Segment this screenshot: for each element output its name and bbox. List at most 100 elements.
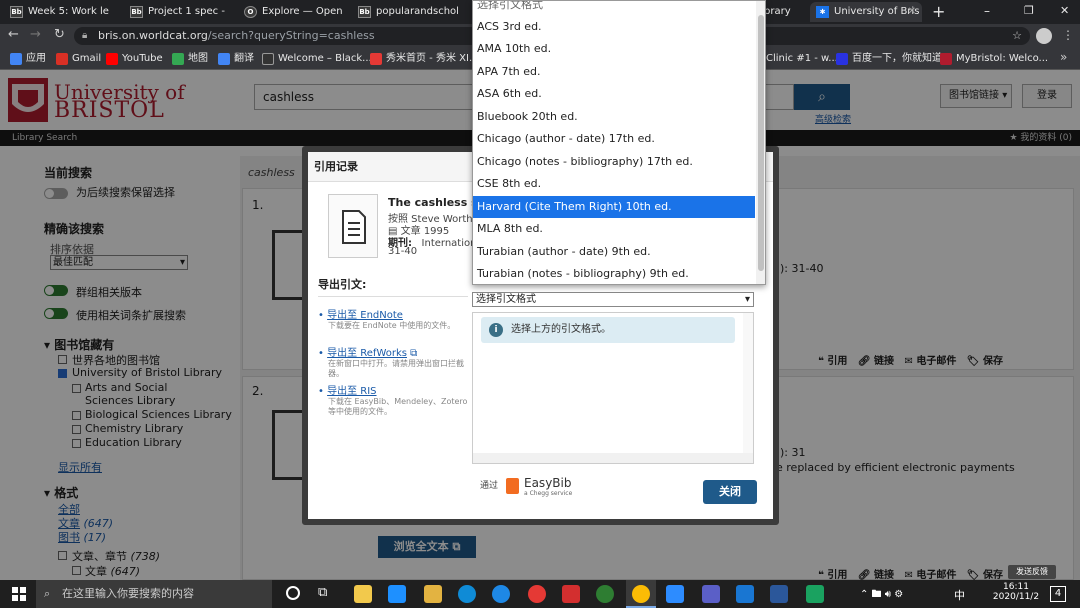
dropdown-option[interactable]: MLA 8th ed. <box>473 218 755 240</box>
divider <box>318 296 468 297</box>
bullet: • <box>318 348 324 359</box>
browser-tab[interactable]: Bb Week 5: Work le <box>4 2 122 22</box>
dropdown-option[interactable]: ASA 6th ed. <box>473 83 755 105</box>
export-ris[interactable]: • 导出至 RIS 下载在 EasyBib、Mendeley、Zotero 等中… <box>318 382 468 417</box>
dropdown-option[interactable]: APA 7th ed. <box>473 61 755 83</box>
minimize-icon[interactable]: – <box>984 4 990 18</box>
app-icon[interactable] <box>562 585 580 603</box>
dropdown-option[interactable]: Chicago (author - date) 17th ed. <box>473 128 755 150</box>
external-link-icon: ⧉ <box>410 348 418 359</box>
bookmark-mybristol[interactable]: MyBristol: Welco... <box>940 51 1048 67</box>
file-explorer-icon[interactable] <box>354 585 372 603</box>
back-icon[interactable]: ← <box>8 27 19 42</box>
task-view-icon[interactable]: ⧉ <box>318 585 327 600</box>
dropdown-option[interactable]: Turabian (author - date) 9th ed. <box>473 241 755 263</box>
word-icon[interactable] <box>770 585 788 603</box>
clock[interactable]: 16:11 2020/11/2 <box>990 582 1042 602</box>
easybib-tagline: a Chegg service <box>524 490 573 497</box>
close-button[interactable]: 关闭 <box>703 480 757 504</box>
vertical-scrollbar[interactable] <box>743 313 753 453</box>
bookmark-gmail[interactable]: Gmail <box>56 51 101 67</box>
youtube-icon <box>106 53 118 65</box>
folder-icon[interactable] <box>424 585 442 603</box>
bookmark-translate[interactable]: 翻译 <box>218 51 254 67</box>
browser-tab[interactable]: O Explore — Open <box>238 2 350 22</box>
cortana-icon[interactable] <box>286 586 300 600</box>
horizontal-scrollbar[interactable] <box>473 453 753 463</box>
browser-tab-active[interactable]: ✱ University of Bris ✕ <box>810 2 922 22</box>
via-label: 通过 <box>480 481 499 491</box>
browser-tab[interactable]: Bb popularandschol <box>352 2 464 22</box>
dropdown-scrollbar[interactable] <box>756 1 765 284</box>
bookmark-label: 应用 <box>26 53 46 64</box>
system-tray-icons[interactable]: ⌃ 🖿︎ 🔊︎ ⚙ <box>860 587 903 604</box>
bookmark-label: Clinic #1 - w... <box>766 53 838 64</box>
browser-tab[interactable]: brary <box>764 2 808 22</box>
menu-icon[interactable]: ⋮ <box>1062 28 1074 42</box>
forward-icon[interactable]: → <box>30 27 41 42</box>
wechat-icon[interactable] <box>596 585 614 603</box>
tab-title: University of Bris <box>834 6 920 17</box>
zoom-icon[interactable] <box>666 585 684 603</box>
easybib-icon <box>506 478 519 494</box>
bookmark-baidu[interactable]: 百度一下，你就知道 <box>836 51 942 67</box>
dropdown-option[interactable]: ACS 3rd ed. <box>473 16 755 38</box>
bookmark-youtube[interactable]: YouTube <box>106 51 163 67</box>
new-tab-icon[interactable]: + <box>932 2 945 21</box>
taskbar-search-input[interactable]: ⌕ 在这里输入你要搜索的内容 <box>36 580 272 608</box>
ime-indicator[interactable]: 中 <box>954 587 965 603</box>
gmail-icon <box>56 53 68 65</box>
notification-count: 4 <box>1054 588 1062 599</box>
bookmark-blackboard[interactable]: Welcome – Black... <box>262 51 372 67</box>
chrome-taskbar-button[interactable] <box>626 580 656 608</box>
app-icon[interactable] <box>388 585 406 603</box>
dropdown-option-selected[interactable]: Harvard (Cite Them Right) 10th ed. <box>473 196 755 218</box>
close-tab-icon[interactable]: ✕ <box>908 2 916 22</box>
bookmark-star-icon[interactable]: ☆ <box>1012 27 1022 45</box>
app-icon[interactable] <box>736 585 754 603</box>
app-icon[interactable] <box>806 585 824 603</box>
bookmark-label: 秀米首页 - 秀米 XI... <box>386 53 479 64</box>
more-bookmarks-icon[interactable]: » <box>1060 50 1067 64</box>
windows-start-icon[interactable] <box>12 587 26 601</box>
document-icon <box>328 194 378 258</box>
bookmark-maps[interactable]: 地图 <box>172 51 208 67</box>
worldcat-icon: ✱ <box>816 6 829 18</box>
bookmark-label: Welcome – Black... <box>278 53 372 64</box>
reload-icon[interactable]: ↻ <box>54 27 65 42</box>
sogou-icon[interactable] <box>492 585 510 603</box>
export-label: 导出至 RIS <box>327 386 377 397</box>
dropdown-option[interactable]: AMA 10th ed. <box>473 38 755 60</box>
netease-music-icon[interactable] <box>528 585 546 603</box>
export-refworks[interactable]: • 导出至 RefWorks ⧉ 在新窗口中打开。请禁用弹出窗口拦截器。 <box>318 344 468 379</box>
bookmark-clinic[interactable]: Clinic #1 - w... <box>766 51 838 67</box>
teams-icon[interactable] <box>702 585 720 603</box>
citation-output-box: i 选择上方的引文格式。 <box>472 312 754 464</box>
time: 16:11 <box>1003 582 1029 592</box>
dropdown-option[interactable]: Turabian (notes - bibliography) 9th ed. <box>473 263 755 284</box>
bookmark-xiumi[interactable]: 秀米首页 - 秀米 XI... <box>370 51 478 67</box>
feedback-button[interactable]: 发送反馈 <box>1008 565 1056 579</box>
restore-icon[interactable]: ❐ <box>1024 4 1034 17</box>
window-close-icon[interactable]: ✕ <box>1060 4 1069 17</box>
openlearn-icon: O <box>244 6 257 18</box>
caret-down-icon: ▾ <box>744 294 750 305</box>
tab-title: brary <box>764 6 791 17</box>
bookmark-apps[interactable]: 应用 <box>10 51 46 67</box>
dropdown-option[interactable]: Chicago (notes - bibliography) 17th ed. <box>473 151 755 173</box>
dropdown-option[interactable]: 选择引文格式 <box>473 1 755 16</box>
browser-tab[interactable]: Bb Project 1 spec - <box>124 2 236 22</box>
profile-avatar[interactable] <box>1036 28 1052 44</box>
notification-center-icon[interactable]: 4 <box>1050 586 1066 602</box>
export-endnote[interactable]: • 导出至 EndNote 下载要在 EndNote 中使用的文件。 <box>318 306 468 331</box>
export-label: 导出至 EndNote <box>327 310 403 321</box>
citation-format-select[interactable]: 选择引文格式 ▾ <box>472 292 754 307</box>
blackboard-icon <box>262 53 274 65</box>
item-pages: 31-40 <box>388 246 418 257</box>
edge-icon[interactable] <box>458 585 476 603</box>
dropdown-option[interactable]: CSE 8th ed. <box>473 173 755 195</box>
mybristol-icon <box>940 53 952 65</box>
dropdown-option[interactable]: Bluebook 20th ed. <box>473 106 755 128</box>
scrollbar-thumb[interactable] <box>758 15 764 271</box>
info-message: 选择上方的引文格式。 <box>511 324 611 335</box>
